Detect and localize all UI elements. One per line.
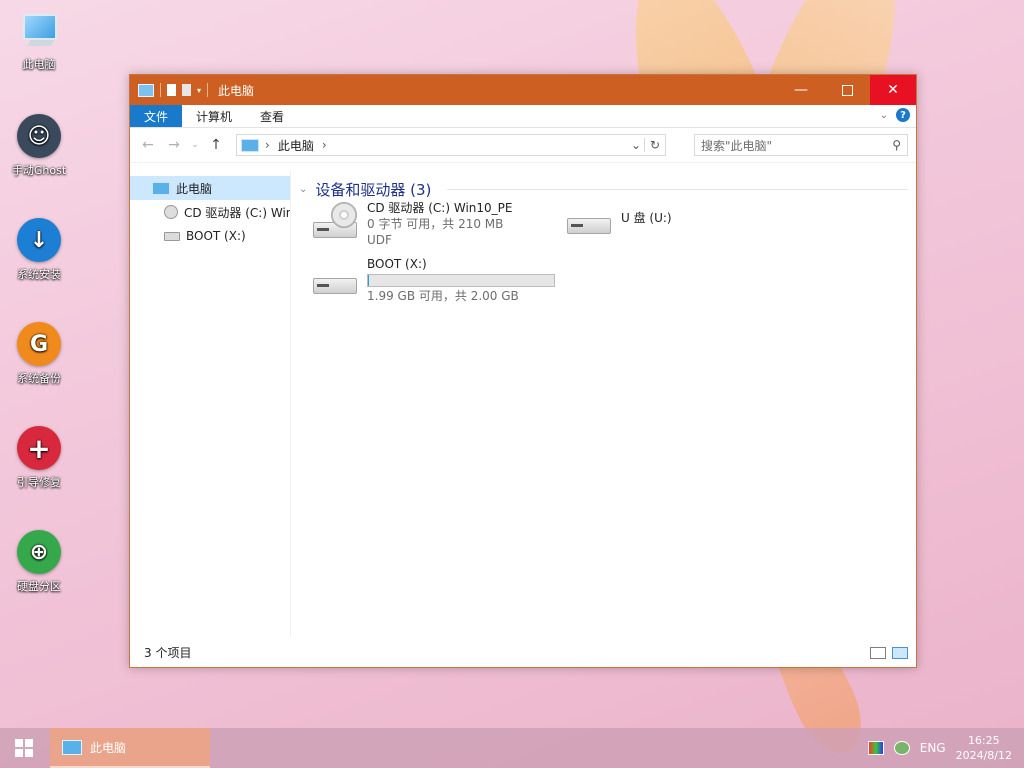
- desktop-icon-label: 引导修复: [17, 476, 61, 489]
- drive-tile-boot[interactable]: BOOT (X:) 1.99 GB 可用，共 2.00 GB: [311, 256, 555, 304]
- up-icon[interactable]: ↑: [206, 137, 226, 153]
- forward-icon[interactable]: →: [164, 137, 184, 153]
- tab-view[interactable]: 查看: [246, 105, 298, 127]
- close-button[interactable]: ✕: [870, 75, 916, 105]
- breadcrumb-chevron[interactable]: ›: [265, 138, 270, 152]
- details-view-icon[interactable]: [870, 647, 886, 659]
- plus-icon: +: [17, 426, 61, 470]
- this-pc-icon: [17, 12, 61, 52]
- drive-tile-cd[interactable]: CD 驱动器 (C:) Win10_PE 0 字节 可用，共 210 MB UD…: [311, 200, 512, 248]
- navigation-bar: ← → ⌄ ↑ › 此电脑 › ⌄ ↻ 搜索"此电脑" ⚲: [130, 128, 916, 163]
- download-icon: ↓: [17, 218, 61, 262]
- desktop-icon-manual-ghost[interactable]: ☺ 手动Ghost: [6, 114, 72, 178]
- help-icon[interactable]: ?: [896, 108, 910, 122]
- this-pc-icon: [138, 83, 154, 97]
- desktop-icon-system-backup[interactable]: G 系统备份: [6, 322, 72, 386]
- window-title: 此电脑: [218, 83, 255, 98]
- drive-usage-fill: [368, 275, 369, 286]
- desktop-icon-system-install[interactable]: ↓ 系统安装: [6, 218, 72, 282]
- cd-drive-icon: [311, 200, 357, 242]
- ribbon-tabs: 文件 计算机 查看 ⌄ ?: [130, 105, 916, 128]
- item-count: 3 个项目: [144, 645, 192, 660]
- desktop-icon-label: 系统安装: [17, 268, 61, 281]
- drive-free-space: 1.99 GB 可用，共 2.00 GB: [367, 289, 519, 303]
- search-placeholder: 搜索"此电脑": [701, 138, 773, 153]
- tab-computer[interactable]: 计算机: [182, 105, 246, 127]
- taskbar-item-this-pc[interactable]: 此电脑: [50, 728, 210, 768]
- maximize-button[interactable]: [824, 75, 870, 105]
- clock-time: 16:25: [967, 734, 1000, 747]
- drive-free-space: 0 字节 可用，共 210 MB: [367, 217, 504, 231]
- properties-icon[interactable]: [167, 84, 176, 96]
- expand-ribbon-icon[interactable]: ⌄: [880, 110, 888, 121]
- group-title: 设备和驱动器 (3): [315, 180, 432, 199]
- customize-toolbar-icon[interactable]: ▾: [197, 86, 201, 95]
- maximize-icon: [841, 84, 853, 96]
- desktop-icon-this-pc[interactable]: 此电脑: [6, 12, 72, 72]
- cd-drive-icon: [164, 205, 178, 219]
- this-pc-icon: [62, 739, 82, 755]
- status-bar: 3 个项目: [130, 637, 916, 667]
- sidebar-item-cd-drive[interactable]: CD 驱动器 (C:) Win10_PE: [130, 200, 290, 224]
- file-list: ⌄ 设备和驱动器 (3) CD 驱动器 (C:) Win10_PE 0 字节 可…: [291, 170, 916, 637]
- refresh-icon[interactable]: ↻: [644, 138, 665, 152]
- sidebar-item-label: 此电脑: [176, 181, 213, 196]
- drive-filesystem: UDF: [367, 233, 392, 247]
- tab-file[interactable]: 文件: [130, 105, 183, 127]
- desktop-icon-label: 系统备份: [17, 372, 61, 385]
- backup-g-icon: G: [17, 322, 61, 366]
- address-dropdown-icon[interactable]: ⌄: [627, 138, 644, 152]
- sidebar-item-label: CD 驱动器 (C:) Win10_PE: [184, 205, 290, 220]
- usb-drive-icon: [565, 208, 611, 250]
- system-tray: ENG 16:25 2024/8/12: [867, 733, 1024, 763]
- group-header[interactable]: ⌄ 设备和驱动器 (3): [299, 176, 908, 202]
- desktop-icon-label: 此电脑: [22, 58, 56, 71]
- partition-icon: ⊕: [17, 530, 61, 574]
- taskbar-item-label: 此电脑: [90, 740, 127, 755]
- title-bar[interactable]: ▾ 此电脑 — ✕: [130, 75, 916, 105]
- clock-date: 2024/8/12: [955, 749, 1012, 762]
- collapse-chevron-icon[interactable]: ⌄: [299, 184, 307, 195]
- breadcrumb-chevron[interactable]: ›: [322, 138, 327, 152]
- sidebar-item-boot[interactable]: BOOT (X:): [130, 224, 290, 248]
- drive-usage-bar: [367, 274, 555, 287]
- windows-logo-icon: [15, 739, 33, 757]
- recent-locations-icon[interactable]: ⌄: [190, 140, 200, 150]
- drive-name: U 盘 (U:): [621, 211, 672, 225]
- desktop-icon-disk-partition[interactable]: ⊕ 硬盘分区: [6, 530, 72, 594]
- start-button[interactable]: [0, 728, 48, 768]
- this-pc-icon: [152, 181, 170, 195]
- sidebar-item-this-pc[interactable]: 此电脑: [130, 176, 290, 200]
- desktop-icon-label: 硬盘分区: [17, 580, 61, 593]
- address-bar[interactable]: › 此电脑 › ⌄ ↻: [236, 134, 666, 156]
- drive-icon: [164, 231, 180, 241]
- drive-tile-usb[interactable]: U 盘 (U:): [565, 208, 672, 250]
- ghost-icon: ☺: [17, 114, 61, 158]
- new-folder-icon[interactable]: [182, 84, 191, 96]
- breadcrumb-this-pc[interactable]: 此电脑: [278, 137, 314, 154]
- search-input[interactable]: 搜索"此电脑" ⚲: [694, 134, 908, 156]
- sidebar-item-label: BOOT (X:): [186, 229, 246, 243]
- back-icon[interactable]: ←: [138, 137, 158, 153]
- desktop-icon-label: 手动Ghost: [11, 164, 67, 177]
- clock[interactable]: 16:25 2024/8/12: [956, 733, 1012, 763]
- drive-icon: [311, 256, 357, 298]
- minimize-button[interactable]: —: [778, 75, 824, 105]
- search-icon: ⚲: [892, 138, 901, 152]
- taskbar: 此电脑 ENG 16:25 2024/8/12: [0, 728, 1024, 768]
- drive-name: CD 驱动器 (C:) Win10_PE: [367, 201, 513, 215]
- network-icon[interactable]: [893, 741, 910, 755]
- this-pc-icon: [241, 138, 259, 152]
- display-icon[interactable]: [867, 741, 884, 755]
- large-icons-view-icon[interactable]: [892, 647, 908, 659]
- desktop-icon-boot-repair[interactable]: + 引导修复: [6, 426, 72, 490]
- file-explorer-window: ▾ 此电脑 — ✕ 文件 计算机 查看 ⌄ ? ← → ⌄ ↑ › 此电脑 › …: [129, 74, 917, 668]
- navigation-pane: 此电脑 CD 驱动器 (C:) Win10_PE BOOT (X:): [130, 170, 291, 637]
- drive-name: BOOT (X:): [367, 257, 427, 271]
- input-language[interactable]: ENG: [920, 741, 946, 755]
